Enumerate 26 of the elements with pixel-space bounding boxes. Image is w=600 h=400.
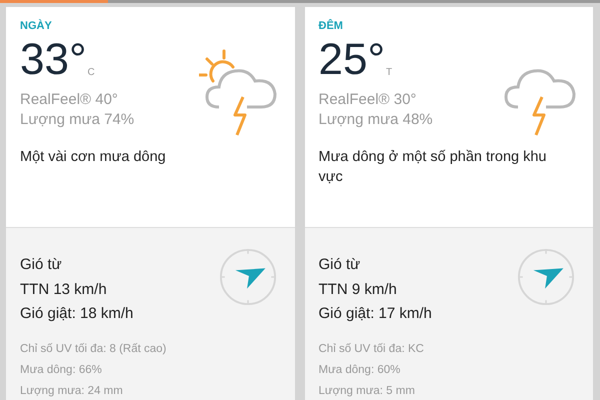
- period-label: ĐÊM: [318, 20, 344, 32]
- temperature-unit: T: [386, 67, 392, 78]
- wind-label: Gió từ: [318, 255, 362, 275]
- detail-text: Mưa dông: 66%: [20, 362, 103, 378]
- detail-text: Chỉ số UV tối đa: 8 (Rất cao): [20, 342, 168, 356]
- wind-label: Gió từ: [20, 255, 63, 275]
- condition-text: Một vài cơn mưa dông: [20, 148, 167, 167]
- detail-text: Lượng mưa: 5 mm: [318, 384, 416, 398]
- condition-text: Mưa dông ở một số phần trong khu vực: [318, 148, 548, 187]
- wind-speed: TTN 13 km/h: [20, 280, 108, 300]
- wind-compass-icon: [218, 248, 276, 306]
- wind-gust: Gió giật: 17 km/h: [318, 304, 432, 324]
- wind-compass-icon: [517, 248, 575, 306]
- precipitation-text: Lượng mưa 74%: [20, 110, 136, 130]
- detail-text: Mưa dông: 60%: [318, 362, 402, 378]
- temperature: 33°: [20, 38, 87, 82]
- realfeel-text: RealFeel® 40°: [20, 90, 119, 110]
- period-label: NGÀY: [20, 20, 53, 32]
- detail-text: Lượng mưa: 24 mm: [20, 384, 124, 398]
- detail-text: Chỉ số UV tối đa: KC: [318, 342, 425, 356]
- realfeel-text: RealFeel® 30°: [318, 90, 418, 110]
- temperature: 25°: [318, 38, 386, 82]
- temperature-unit: C: [88, 67, 95, 78]
- precipitation-text: Lượng mưa 48%: [318, 110, 434, 130]
- wind-speed: TTN 9 km/h: [318, 280, 398, 300]
- wind-gust: Gió giật: 18 km/h: [20, 304, 134, 324]
